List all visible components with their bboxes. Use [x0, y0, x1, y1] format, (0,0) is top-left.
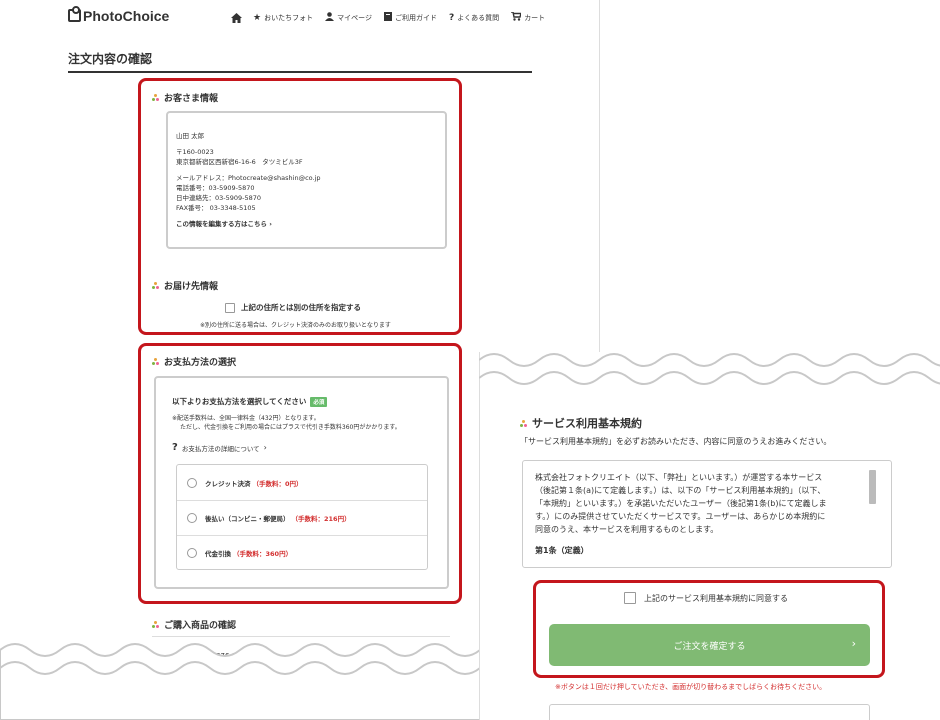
star-icon: ★: [253, 12, 262, 23]
book-icon: [383, 12, 392, 24]
terms-body: 株式会社フォトクリエイト（以下、「弊社」といいます。）が運営する本サービス （後…: [535, 473, 827, 534]
terms-heading: サービス利用基本規約: [520, 415, 642, 431]
user-icon: [325, 12, 335, 24]
question-icon: ?: [448, 12, 455, 23]
logo-mark-icon: [68, 6, 81, 22]
nav-item-oitachi-photo[interactable]: ★ おいたちフォト: [253, 13, 313, 23]
nav-item-cart[interactable]: カート: [511, 11, 545, 24]
terms-scrollbar[interactable]: [869, 470, 876, 504]
site-logo[interactable]: PhotoChoice: [68, 6, 169, 24]
title-divider: [68, 71, 532, 73]
cart-icon: [511, 11, 523, 24]
nav-item-guide[interactable]: ご利用ガイド: [383, 12, 437, 24]
agree-highlight: [533, 580, 885, 678]
terms-scroll-box[interactable]: 株式会社フォトクリエイト（以下、「弊社」といいます。）が運営する本サービス （後…: [522, 460, 892, 568]
terms-page: サービス利用基本規約 「サービス利用基本規約」を必ずお読みいただき、内容に同意の…: [479, 352, 940, 720]
payment-highlight: [138, 343, 462, 604]
section-dots-icon: [520, 419, 527, 427]
section-dots-icon: [152, 621, 159, 628]
next-section-box: [549, 704, 870, 720]
site-header: PhotoChoice ★ おいたちフォト マイページ ご利用ガイド ? よくあ…: [0, 0, 599, 34]
nav-item-mypage[interactable]: マイページ: [325, 12, 372, 24]
page-title: 注文内容の確認: [68, 52, 153, 66]
page-top-wave: [479, 353, 940, 385]
confirm-warning: ※ボタンは１回だけ押していただき、画面が切り替わるまでしばらくお待ちください。: [555, 683, 827, 691]
home-icon[interactable]: [231, 13, 242, 23]
terms-subtitle: 「サービス利用基本規約」を必ずお読みいただき、内容に同意のうえお進みください。: [520, 437, 832, 446]
nav-item-faq[interactable]: ? よくある質問: [449, 13, 499, 23]
global-nav: ★ おいたちフォト マイページ ご利用ガイド ? よくある質問 カート: [231, 11, 557, 24]
terms-article-1: 第1条（定義）: [535, 546, 589, 555]
customer-highlight: [138, 78, 462, 335]
products-heading: ご購入商品の確認: [152, 618, 236, 631]
